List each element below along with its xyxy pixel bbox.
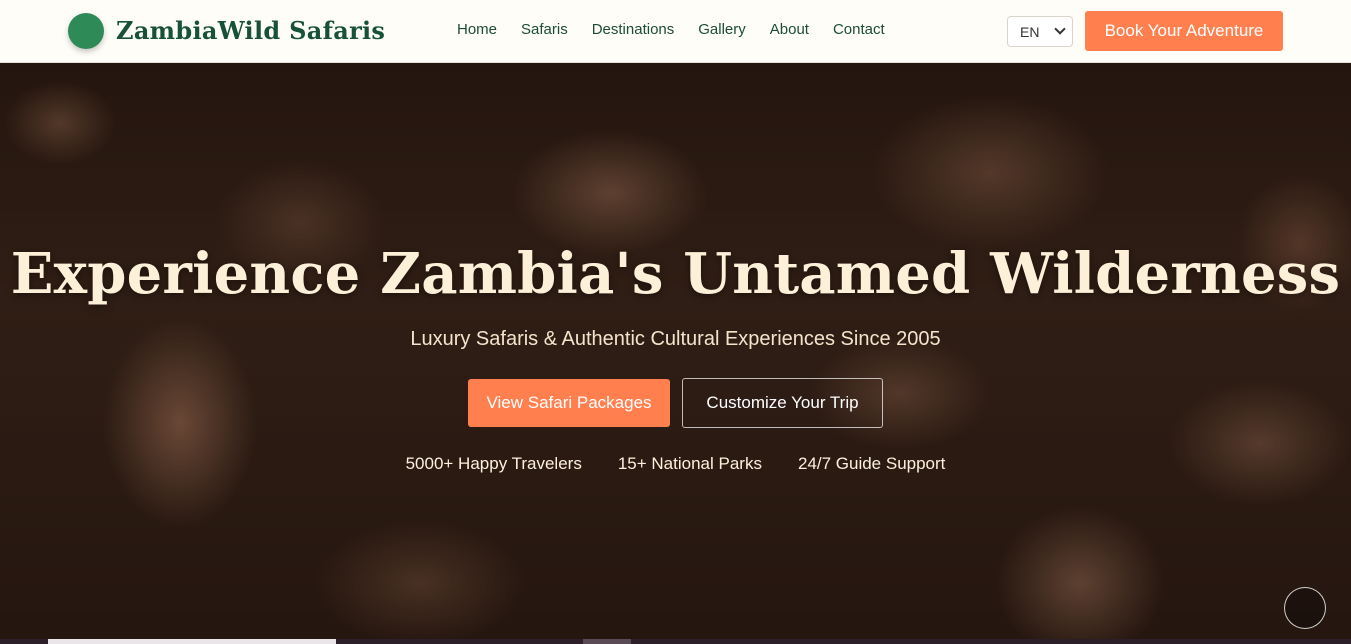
nav-gallery[interactable]: Gallery [698,21,746,38]
hero-background-image [0,63,1351,644]
scroll-circle-button[interactable] [1284,587,1326,629]
chevron-down-icon [1054,23,1066,35]
main-nav: Home Safaris Destinations Gallery About … [457,21,909,38]
strip-segment [48,639,336,644]
stat-travelers: 5000+ Happy Travelers [405,454,582,473]
strip-segment [583,639,631,644]
nav-home[interactable]: Home [457,21,497,38]
view-packages-button[interactable]: View Safari Packages [468,379,670,427]
hero-title: Experience Zambia's Untamed Wilderness [10,241,1341,307]
stat-support: 24/7 Guide Support [797,454,946,473]
nav-contact[interactable]: Contact [833,21,885,38]
logo-icon[interactable] [68,13,104,49]
book-adventure-button[interactable]: Book Your Adventure [1085,11,1283,51]
customize-trip-button[interactable]: Customize Your Trip [682,378,883,428]
hero-section: Experience Zambia's Untamed Wilderness L… [0,63,1351,644]
site-header: ZambiaWild Safaris Home Safaris Destinat… [0,0,1351,63]
hero-subtitle: Luxury Safaris & Authentic Cultural Expe… [410,328,941,350]
nav-safaris[interactable]: Safaris [521,21,568,38]
bottom-strip [0,639,1351,644]
brand-name[interactable]: ZambiaWild Safaris [116,16,385,45]
language-select[interactable]: EN [1007,16,1073,47]
hero-stats: 5000+ Happy Travelers 15+ National Parks… [0,454,1351,474]
nav-destinations[interactable]: Destinations [592,21,675,38]
stat-parks: 15+ National Parks [617,454,762,473]
nav-about[interactable]: About [770,21,809,38]
language-value: EN [1020,23,1040,40]
